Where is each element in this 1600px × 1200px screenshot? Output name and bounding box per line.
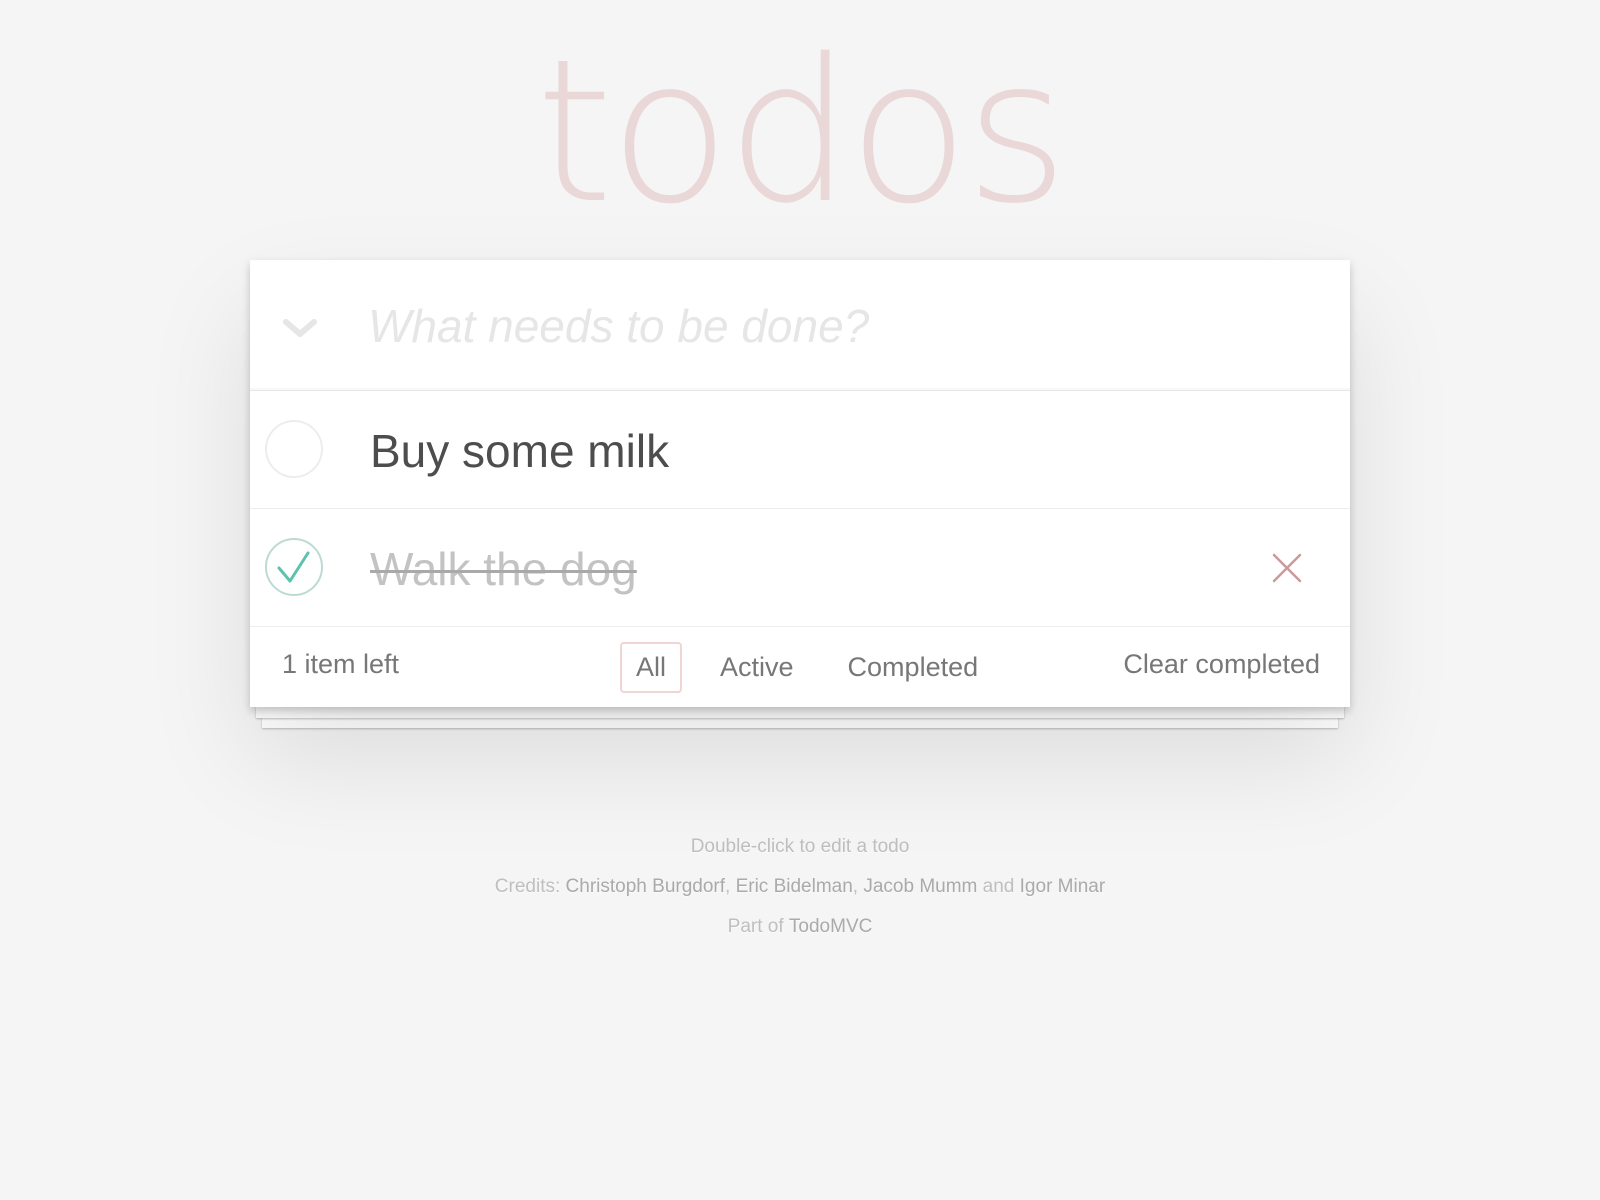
toggle-all-button[interactable] <box>280 308 320 348</box>
stack-shadow-middle <box>256 706 1344 718</box>
author-link[interactable]: Igor Minar <box>1020 876 1106 897</box>
part-of-prefix: Part of <box>727 916 784 937</box>
todo-footer: 1 item left All Active Completed Clear c… <box>250 627 1350 707</box>
todo-label[interactable]: Walk the dog <box>370 539 637 599</box>
filter-all[interactable]: All <box>620 642 683 693</box>
todomvc-link[interactable]: TodoMVC <box>789 916 872 937</box>
circle-icon <box>265 420 323 478</box>
filter-active[interactable]: Active <box>704 642 810 693</box>
separator-comma: , <box>852 876 859 897</box>
info-footer: Double-click to edit a todo Credits: Chr… <box>0 836 1600 956</box>
check-circle-icon <box>265 538 323 596</box>
todo-app: Buy some milk Walk the dog 1 item left A… <box>250 260 1350 707</box>
todo-header <box>250 260 1350 391</box>
author-link[interactable]: Jacob Mumm <box>863 876 977 897</box>
credits: Credits: Christoph Burgdorf, Eric Bidelm… <box>0 876 1600 898</box>
edit-hint: Double-click to edit a todo <box>690 836 910 857</box>
clear-completed-button[interactable]: Clear completed <box>1123 649 1320 680</box>
todo-label[interactable]: Buy some milk <box>370 421 669 481</box>
filters: All Active Completed <box>620 642 1016 693</box>
separator-and: and <box>982 876 1015 897</box>
todo-item[interactable]: Walk the dog <box>250 509 1350 627</box>
chevron-down-icon <box>283 319 317 337</box>
delete-todo-button[interactable] <box>1264 545 1310 591</box>
author-link[interactable]: Eric Bidelman <box>736 876 853 897</box>
credits-prefix: Credits: <box>494 876 561 897</box>
new-todo-input[interactable] <box>368 290 1268 362</box>
close-icon <box>1272 553 1302 583</box>
todo-toggle[interactable] <box>264 419 324 479</box>
filter-completed[interactable]: Completed <box>832 642 995 693</box>
separator-comma: , <box>725 876 731 897</box>
todo-toggle[interactable] <box>264 537 324 597</box>
items-left-count: 1 item left <box>282 649 400 679</box>
author-link[interactable]: Christoph Burgdorf <box>566 876 725 897</box>
app-title: todos <box>535 16 1069 247</box>
todo-item[interactable]: Buy some milk <box>250 391 1350 509</box>
part-of: Part of TodoMVC <box>0 916 1600 938</box>
todo-list: Buy some milk Walk the dog <box>250 391 1350 627</box>
